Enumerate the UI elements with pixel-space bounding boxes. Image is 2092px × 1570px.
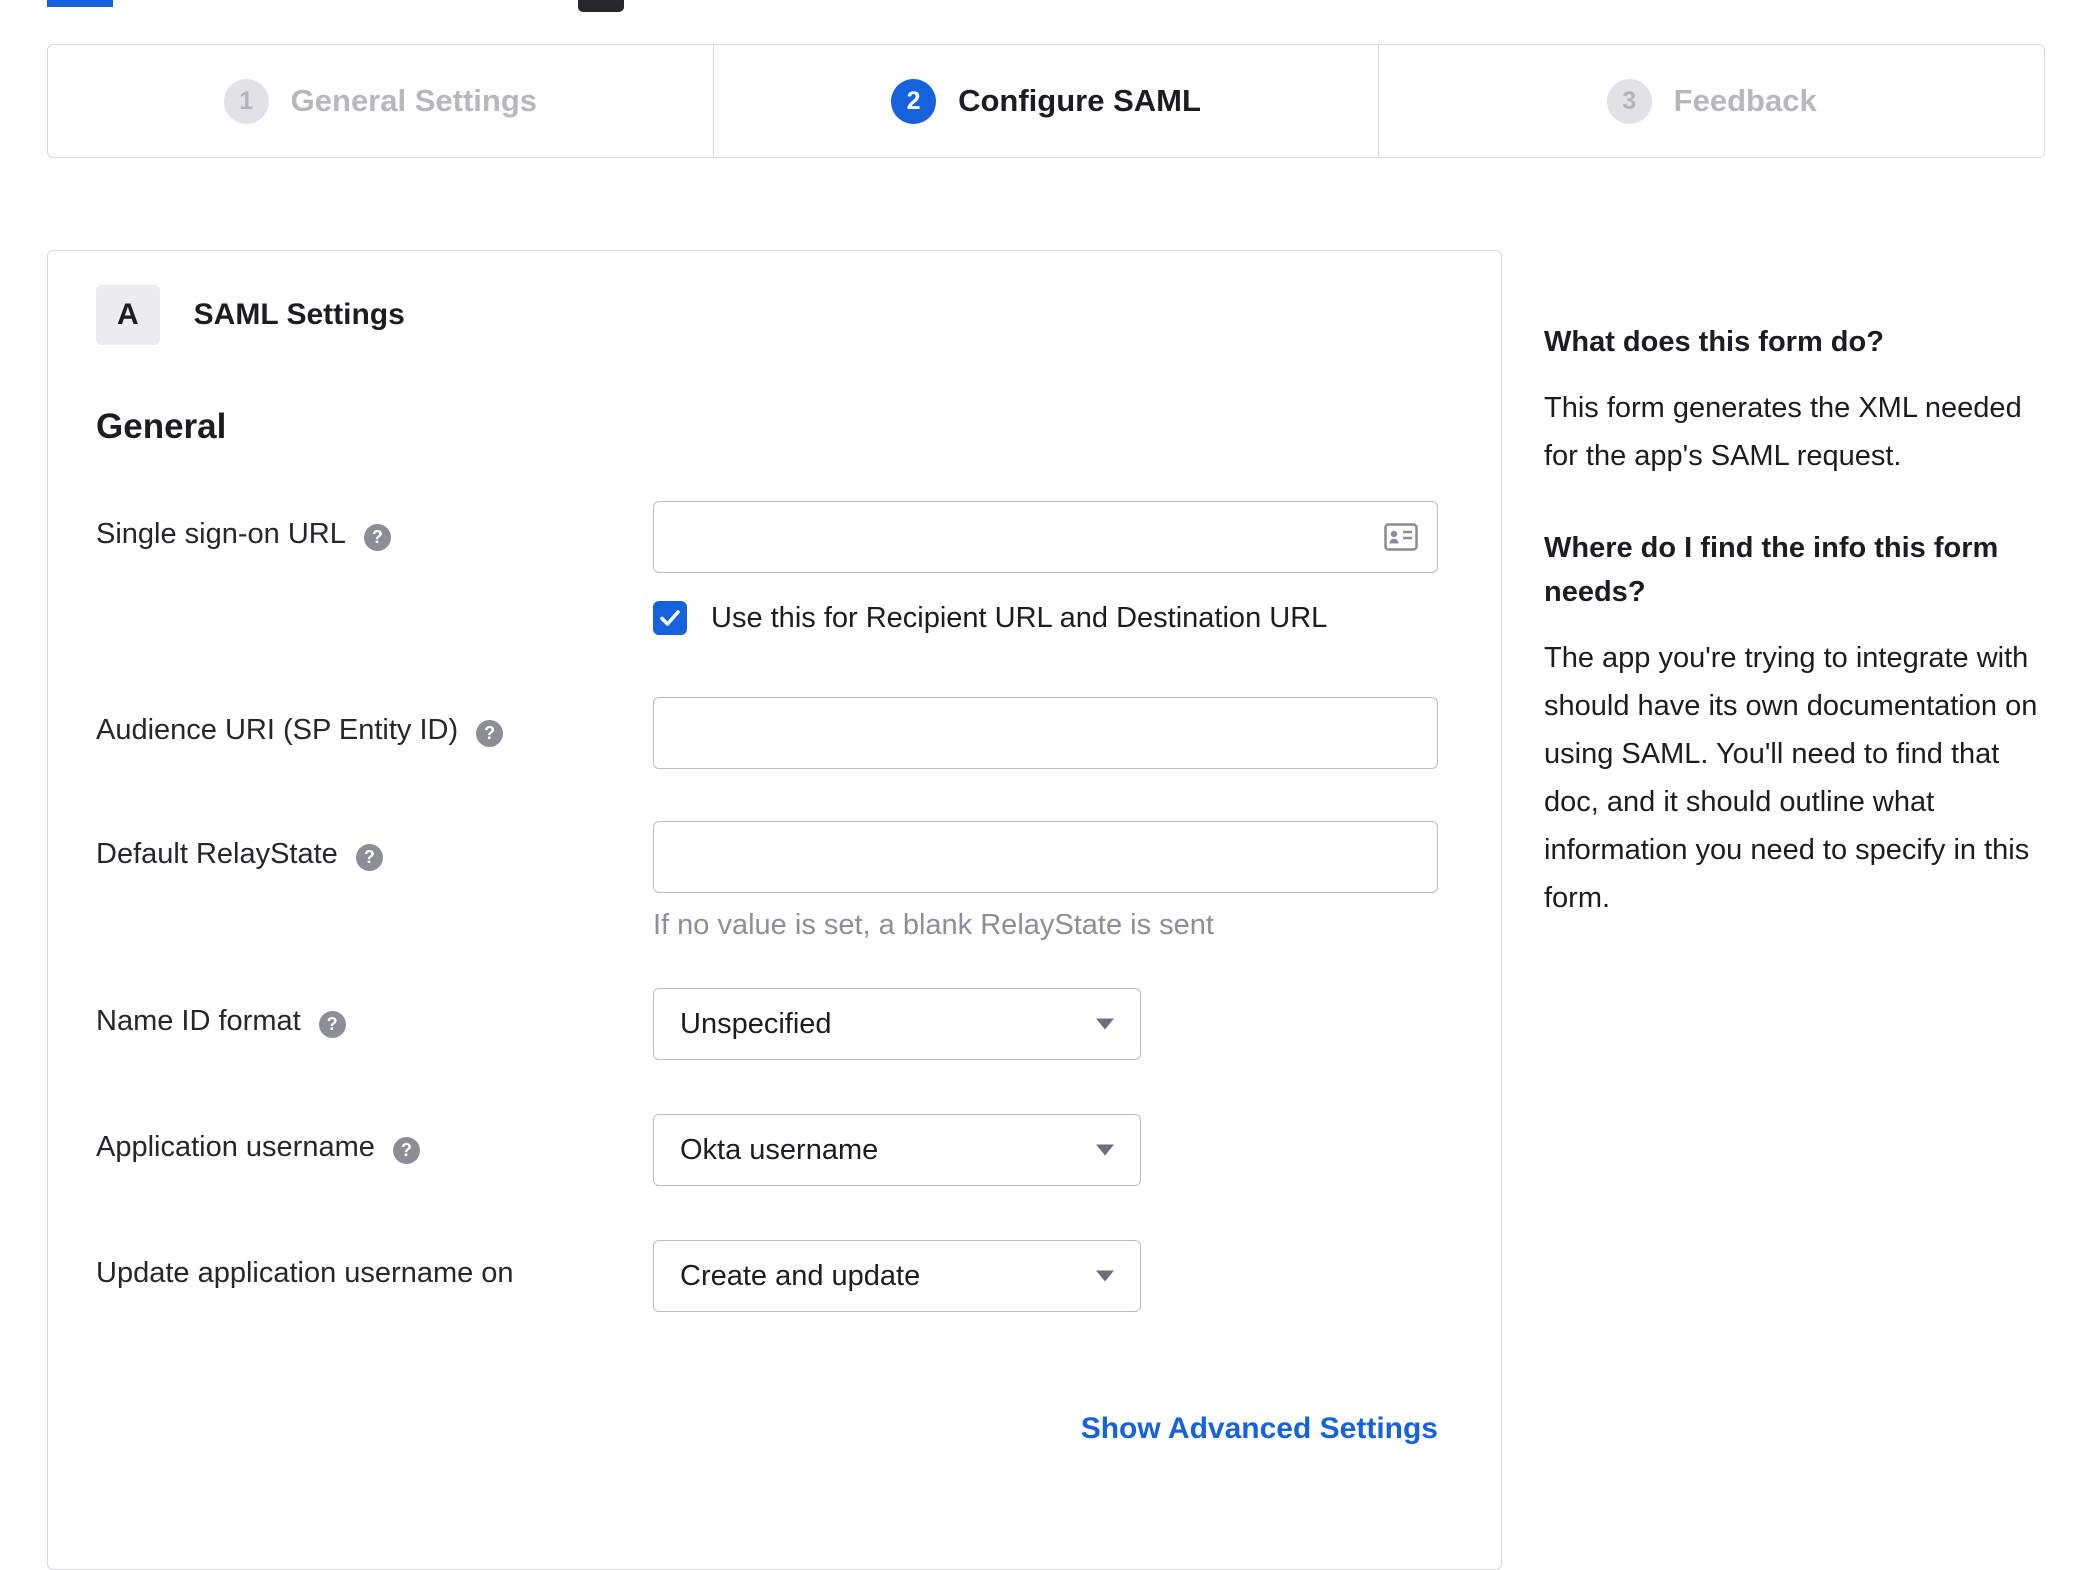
update-username-row: Update application username on Create an…	[96, 1240, 1453, 1312]
chevron-down-icon	[1096, 1144, 1114, 1156]
sso-url-control	[653, 501, 1453, 573]
step-label: Configure SAML	[958, 83, 1201, 118]
help-icon[interactable]: ?	[318, 1011, 346, 1038]
card-title: SAML Settings	[193, 298, 405, 331]
step-label: General Settings	[290, 83, 538, 118]
relay-state-hint: If no value is set, a blank RelayState i…	[653, 909, 1214, 941]
update-username-label-group: Update application username on	[96, 1240, 653, 1312]
step-feedback[interactable]: 3 Feedback	[1378, 45, 2044, 157]
help-icon[interactable]: ?	[476, 720, 504, 747]
name-id-format-label: Name ID format	[96, 1005, 301, 1037]
step-number-badge: 2	[891, 78, 937, 124]
audience-uri-label: Audience URI (SP Entity ID)	[96, 714, 459, 746]
step-number-badge: 3	[1606, 78, 1652, 124]
application-username-control: Okta username	[653, 1114, 1453, 1186]
step-number-badge: 1	[223, 78, 269, 124]
relay-state-row: Default RelayState ? If no value is set,…	[96, 821, 1453, 942]
recipient-url-checkbox[interactable]	[653, 601, 687, 635]
application-username-label-group: Application username ?	[96, 1114, 653, 1186]
recipient-url-checkbox-label[interactable]: Use this for Recipient URL and Destinati…	[711, 602, 1327, 635]
name-id-format-control: Unspecified	[653, 988, 1453, 1060]
relay-state-input[interactable]	[653, 821, 1438, 893]
application-username-select[interactable]: Okta username	[653, 1114, 1141, 1186]
update-username-value: Create and update	[680, 1259, 921, 1292]
wizard-stepper: 1 General Settings 2 Configure SAML 3 Fe…	[47, 44, 2045, 158]
step-general-settings[interactable]: 1 General Settings	[48, 45, 713, 157]
cropped-header-fragment-blue	[47, 0, 113, 7]
help-icon[interactable]: ?	[392, 1137, 420, 1164]
application-username-row: Application username ? Okta username	[96, 1114, 1453, 1186]
step-configure-saml[interactable]: 2 Configure SAML	[712, 45, 1379, 157]
help-answer-1: This form generates the XML needed for t…	[1544, 392, 2022, 472]
audience-uri-control	[653, 697, 1453, 769]
relay-state-control: If no value is set, a blank RelayState i…	[653, 821, 1453, 942]
help-icon[interactable]: ?	[363, 524, 391, 551]
update-username-label: Update application username on	[96, 1257, 514, 1289]
help-answer-2: The app you're trying to integrate with …	[1544, 642, 2038, 914]
cropped-header-fragment-dark	[578, 0, 624, 12]
relay-state-label-group: Default RelayState ?	[96, 821, 653, 942]
step-label: Feedback	[1673, 83, 1817, 118]
name-id-format-label-group: Name ID format ?	[96, 988, 653, 1060]
audience-uri-row: Audience URI (SP Entity ID) ?	[96, 697, 1453, 769]
name-id-format-value: Unspecified	[680, 1007, 832, 1040]
application-username-value: Okta username	[680, 1133, 879, 1166]
card-header: A SAML Settings	[96, 285, 1453, 345]
sso-url-input[interactable]	[653, 501, 1438, 573]
help-question-1: What does this form do?	[1544, 326, 1884, 358]
audience-uri-label-group: Audience URI (SP Entity ID) ?	[96, 697, 653, 769]
update-username-control: Create and update	[653, 1240, 1453, 1312]
saml-settings-card: A SAML Settings General Single sign-on U…	[47, 250, 1502, 1570]
section-a-badge: A	[96, 285, 160, 345]
sso-url-row: Single sign-on URL ?	[96, 501, 1453, 573]
sso-url-label-group: Single sign-on URL ?	[96, 501, 653, 573]
name-id-format-row: Name ID format ? Unspecified	[96, 988, 1453, 1060]
sso-url-label: Single sign-on URL	[96, 518, 346, 550]
application-username-label: Application username	[96, 1131, 375, 1163]
chevron-down-icon	[1096, 1018, 1114, 1030]
help-panel: What does this form do? This form genera…	[1544, 320, 2052, 968]
update-username-select[interactable]: Create and update	[653, 1240, 1141, 1312]
audience-uri-input[interactable]	[653, 697, 1438, 769]
contact-card-icon[interactable]	[1384, 523, 1418, 556]
help-icon[interactable]: ?	[355, 844, 383, 871]
advanced-settings-row: Show Advanced Settings	[96, 1412, 1438, 1446]
relay-state-label: Default RelayState	[96, 838, 338, 870]
show-advanced-settings-link[interactable]: Show Advanced Settings	[1081, 1412, 1438, 1445]
help-question-2: Where do I find the info this form needs…	[1544, 532, 1999, 608]
general-section-title: General	[96, 407, 227, 446]
name-id-format-select[interactable]: Unspecified	[653, 988, 1141, 1060]
recipient-url-checkbox-row: Use this for Recipient URL and Destinati…	[653, 601, 1453, 635]
chevron-down-icon	[1096, 1270, 1114, 1282]
